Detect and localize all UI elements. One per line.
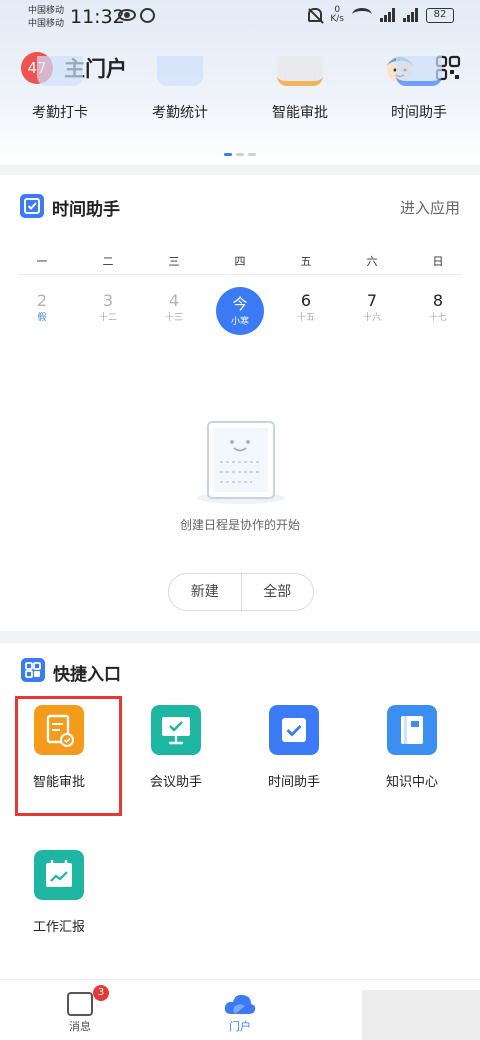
day-lunar: 假 <box>37 313 47 323</box>
day-number: 8 <box>432 291 444 310</box>
net-speed: 0 K/s <box>330 6 344 24</box>
nav-portal-label: 门户 <box>229 1020 251 1033</box>
header-background: 中国移动 中国移动 11:32 0 K/s 82 47 主门户 <box>0 0 480 165</box>
calendar-check-icon <box>20 194 44 218</box>
quick-entry-title: 快捷入口 <box>53 665 121 685</box>
highlight-box <box>15 696 122 816</box>
message-icon <box>67 992 93 1016</box>
new-schedule-button[interactable]: 新建 <box>169 574 241 610</box>
app-smart-approval[interactable]: 智能审批 <box>245 56 355 122</box>
day-lunar: 十二 <box>98 313 117 323</box>
attendance-stats-icon <box>157 56 203 86</box>
empty-schedule-illustration <box>197 421 285 504</box>
day-number: 4 <box>168 291 180 310</box>
eye-icon <box>118 9 136 21</box>
quick-work-report[interactable]: 工作汇报 <box>9 850 109 935</box>
day-lunar: 十五 <box>296 313 315 323</box>
attendance-checkin-icon <box>37 56 83 86</box>
calendar-day[interactable]: 8 十七 <box>405 291 471 337</box>
wifi-icon <box>352 8 372 22</box>
day-number: 3 <box>102 291 114 310</box>
status-bar: 中国移动 中国移动 11:32 0 K/s 82 <box>0 0 480 36</box>
signal-icon-2 <box>403 8 418 22</box>
enter-app-link[interactable]: 进入应用 <box>400 197 460 218</box>
quick-item-label: 知识中心 <box>385 775 438 790</box>
status-time: 11:32 <box>70 6 125 28</box>
cloud-icon <box>224 994 256 1014</box>
schedule-button-group: 新建 全部 <box>168 573 314 611</box>
status-icons: 0 K/s 82 <box>308 6 454 24</box>
time-assistant-title: 时间助手 <box>52 200 120 220</box>
calendar-day[interactable]: 3 十二 <box>75 291 141 337</box>
work-report-icon <box>34 850 84 900</box>
smart-approval-icon <box>277 56 323 86</box>
carrier-1: 中国移动 <box>28 6 65 16</box>
page-indicator <box>224 153 256 156</box>
day-lunar: 小寒 <box>230 317 249 327</box>
calendar-day-today[interactable]: 今 小寒 <box>207 287 273 337</box>
weekday-label: 四 <box>234 255 246 268</box>
weekday-label: 五 <box>300 255 312 268</box>
meeting-icon <box>151 705 201 755</box>
quick-time-assistant[interactable]: 时间助手 <box>244 705 344 790</box>
time-assistant-icon <box>396 56 442 86</box>
quick-item-label: 会议助手 <box>149 775 202 790</box>
app-label: 时间助手 <box>391 105 447 121</box>
time-assistant-icon <box>269 705 319 755</box>
app-attendance-stats[interactable]: 考勤统计 <box>125 56 235 122</box>
weekday-header: 一 二 三 四 五 六 日 <box>9 253 471 269</box>
quick-knowledge-center[interactable]: 知识中心 <box>362 705 462 790</box>
empty-schedule-text: 创建日程是协作的开始 <box>179 518 300 532</box>
mute-bell-icon <box>308 8 323 22</box>
day-lunar: 十三 <box>164 313 183 323</box>
weekday-label: 三 <box>168 255 180 268</box>
all-schedules-button[interactable]: 全部 <box>240 574 314 610</box>
day-number: 今 <box>232 295 248 313</box>
quick-item-label: 时间助手 <box>267 775 320 790</box>
quick-item-label: 工作汇报 <box>32 920 85 935</box>
nav-portal[interactable]: 门户 <box>200 980 280 1034</box>
app-attendance-checkin[interactable]: 考勤打卡 <box>5 56 115 122</box>
net-speed-unit: K/s <box>330 14 344 24</box>
time-assistant-card: 时间助手 进入应用 一 二 三 四 五 六 日 2 假 3 十二 4 十三 今 … <box>0 175 480 631</box>
day-number: 7 <box>366 291 378 310</box>
carrier-2: 中国移动 <box>28 19 65 29</box>
divider <box>18 274 462 275</box>
calendar-day[interactable]: 4 十三 <box>141 291 207 337</box>
day-lunar: 十六 <box>362 313 381 323</box>
app-label: 考勤打卡 <box>32 105 88 121</box>
calendar-day[interactable]: 6 十五 <box>273 291 339 337</box>
corner-overlay <box>362 990 480 1040</box>
signal-icon <box>380 8 395 22</box>
app-label: 智能审批 <box>272 105 328 121</box>
week-days-row: 2 假 3 十二 4 十三 今 小寒 6 十五 7 十六 8 十七 <box>9 287 471 337</box>
day-number: 2 <box>36 291 48 310</box>
nav-messages[interactable]: 消息 <box>40 980 120 1034</box>
weekday-label: 六 <box>366 255 378 268</box>
alarm-icon <box>140 8 155 23</box>
calendar-day[interactable]: 2 假 <box>9 291 75 337</box>
battery-icon: 82 <box>426 7 454 23</box>
quick-meeting-assistant[interactable]: 会议助手 <box>126 705 226 790</box>
weekday-label: 日 <box>432 255 444 268</box>
day-lunar: 十七 <box>428 313 447 323</box>
day-number: 6 <box>300 291 312 310</box>
quick-entry-icon <box>21 658 45 682</box>
app-label: 考勤统计 <box>152 105 208 121</box>
app-time-assistant[interactable]: 时间助手 <box>364 56 474 122</box>
messages-badge: 3 <box>93 985 109 1001</box>
nav-messages-label: 消息 <box>69 1020 91 1033</box>
weekday-label: 二 <box>102 255 114 268</box>
weekday-label: 一 <box>36 255 48 268</box>
top-app-row: 考勤打卡 考勤统计 智能审批 时间助手 <box>0 56 480 136</box>
calendar-day[interactable]: 7 十六 <box>339 291 405 337</box>
carrier-info: 中国移动 中国移动 <box>28 5 64 31</box>
knowledge-icon <box>387 705 437 755</box>
